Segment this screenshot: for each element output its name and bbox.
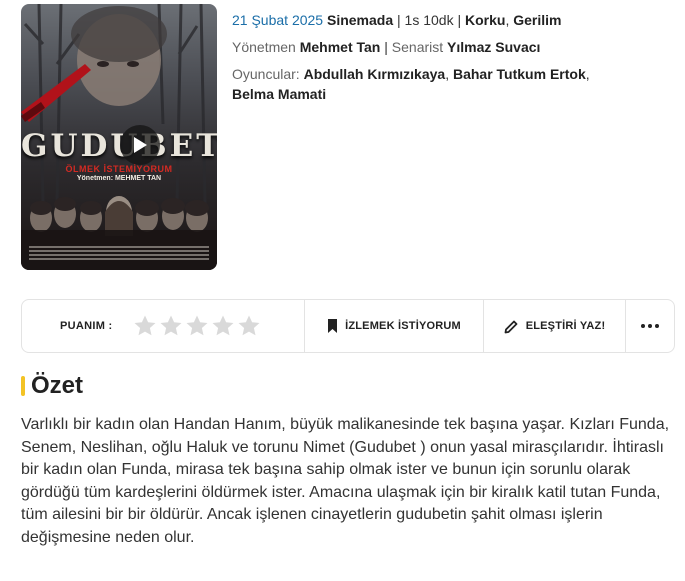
cast-label: Oyuncular: — [232, 66, 304, 82]
movie-info: 21 Şubat 2025 Sinemada | 1s 10dk | Korku… — [232, 10, 672, 111]
more-icon — [641, 324, 659, 328]
star-icon[interactable] — [211, 314, 235, 338]
cast-separator: , — [585, 66, 590, 82]
separator: | — [453, 12, 466, 28]
credits-line: Yönetmen Mehmet Tan | Senarist Yılmaz Su… — [232, 37, 672, 57]
director-label: Yönetmen — [232, 39, 300, 55]
cast-line: Oyuncular: Abdullah Kırmızıkaya, Bahar T… — [232, 64, 672, 104]
star-icon[interactable] — [159, 314, 183, 338]
genre-link-thriller[interactable]: Gerilim — [513, 12, 561, 28]
release-line: 21 Şubat 2025 Sinemada | 1s 10dk | Korku… — [232, 10, 672, 30]
release-place-link[interactable]: Sinemada — [327, 12, 393, 28]
screenwriter-link[interactable]: Yılmaz Suvacı — [447, 39, 540, 55]
poster-director: Yönetmen: MEHMET TAN — [76, 175, 162, 182]
screenwriter-label: Senarist — [391, 39, 448, 55]
summary-text: Varlıklı bir kadın olan Handan Hanım, bü… — [21, 416, 670, 546]
play-trailer-button[interactable] — [120, 125, 160, 165]
director-link[interactable]: Mehmet Tan — [300, 39, 381, 55]
write-review-button[interactable]: ELEŞTİRİ YAZ! — [484, 300, 626, 352]
cast-link[interactable]: Abdullah Kırmızıkaya — [304, 66, 446, 82]
rating-stars — [133, 314, 261, 338]
release-date-link[interactable]: 21 Şubat 2025 — [232, 12, 323, 28]
summary-header: Özet — [21, 372, 83, 400]
watchlist-button[interactable]: İZLEMEK İSTİYORUM — [305, 300, 484, 352]
watchlist-label: İZLEMEK İSTİYORUM — [345, 320, 461, 332]
separator: | — [380, 39, 392, 55]
cast-link[interactable]: Bahar Tutkum Ertok — [453, 66, 586, 82]
genre-link-horror[interactable]: Korku — [465, 12, 505, 28]
pencil-icon — [504, 320, 518, 333]
action-bar: PUANIM : İZLEMEK İSTİYORUM ELEŞTİRİ YAZ! — [21, 299, 675, 353]
summary-title: Özet — [31, 372, 84, 399]
star-icon[interactable] — [133, 314, 157, 338]
play-icon — [134, 137, 147, 153]
rating-section: PUANIM : — [22, 300, 305, 352]
poster-tagline: ÖLMEK İSTEMİYORUM — [65, 164, 173, 174]
star-icon[interactable] — [237, 314, 261, 338]
rating-label: PUANIM : — [60, 320, 113, 332]
poster-title: GUDUBET — [21, 128, 217, 164]
duration: 1s 10dk — [404, 12, 454, 28]
poster-credits — [29, 244, 209, 264]
star-icon[interactable] — [185, 314, 209, 338]
bookmark-icon — [328, 319, 338, 333]
more-options-button[interactable] — [626, 300, 674, 352]
separator: | — [393, 12, 405, 28]
write-review-label: ELEŞTİRİ YAZ! — [525, 320, 606, 332]
cast-separator: , — [445, 66, 453, 82]
summary-accent-bar — [21, 376, 25, 396]
movie-poster[interactable]: GUDUBET ÖLMEK İSTEMİYORUM Yönetmen: MEHM… — [21, 4, 217, 270]
cast-link[interactable]: Belma Mamati — [232, 86, 326, 102]
